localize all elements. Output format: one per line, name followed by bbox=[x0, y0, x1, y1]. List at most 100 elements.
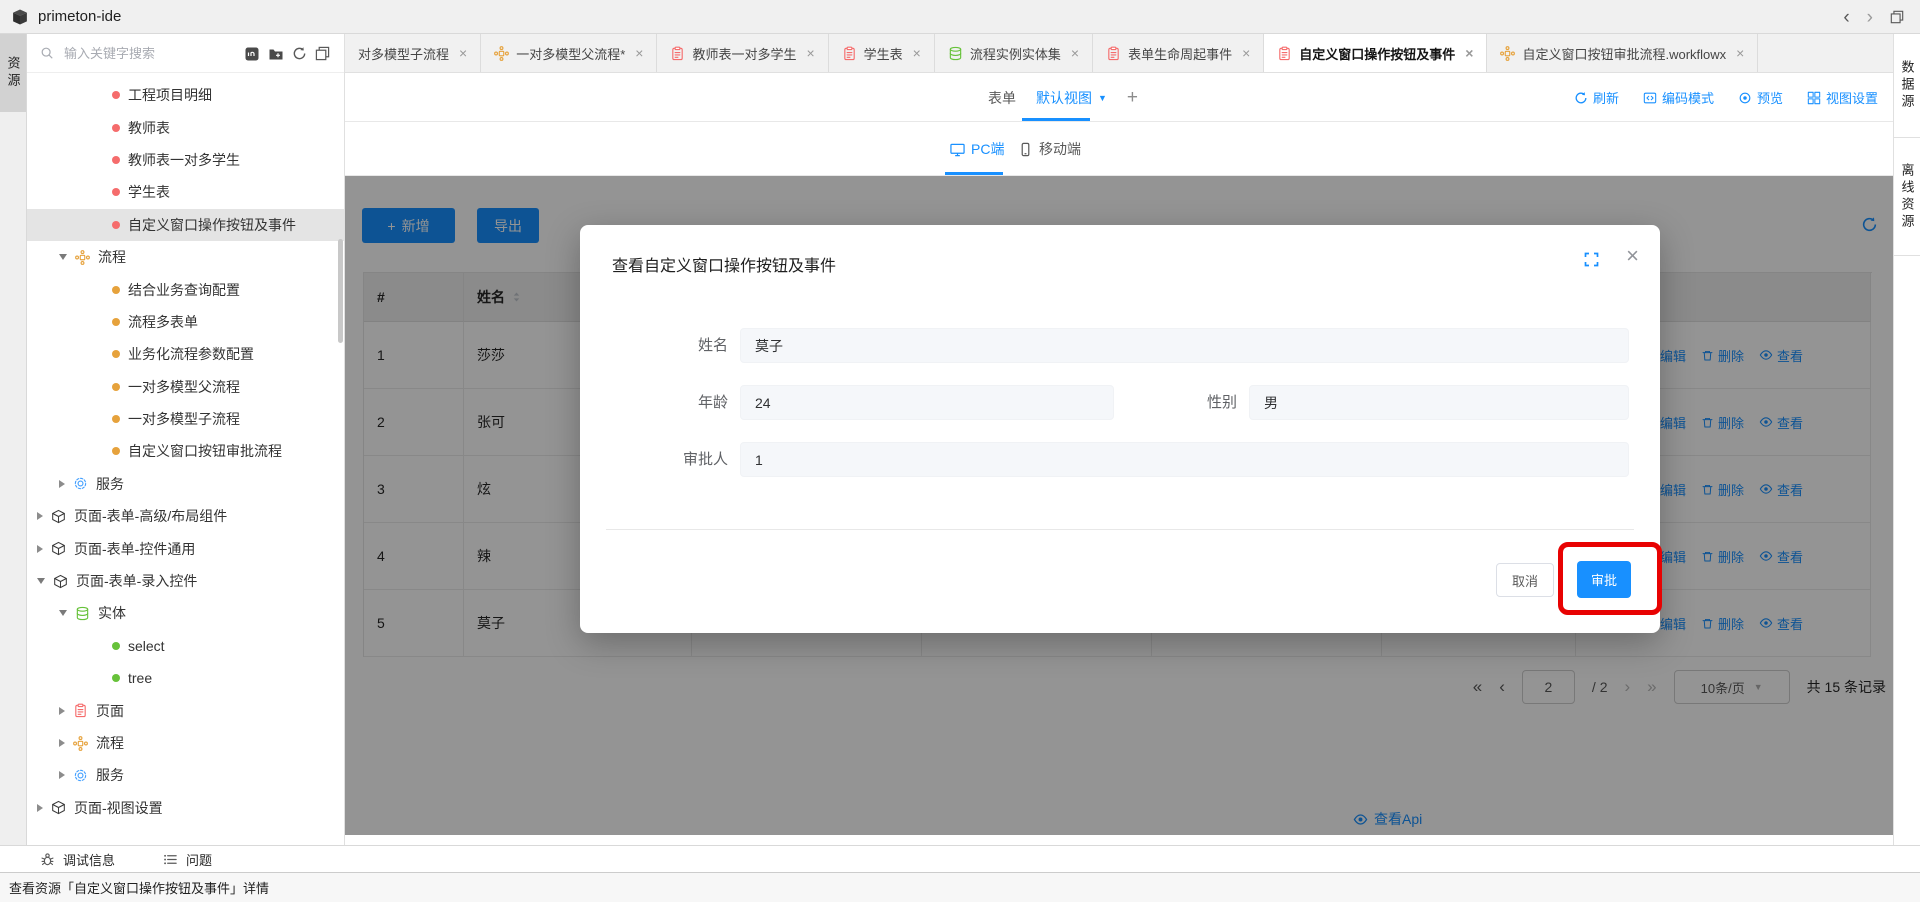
tree-item[interactable]: 学生表 bbox=[27, 176, 344, 208]
orange-dot-icon bbox=[112, 447, 120, 455]
field-input-age[interactable]: 24 bbox=[740, 385, 1114, 420]
tree-item[interactable]: 教师表一对多学生 bbox=[27, 144, 344, 176]
tree-item[interactable]: 自定义窗口按钮审批流程 bbox=[27, 435, 344, 467]
tree-item[interactable]: 工程项目明细 bbox=[27, 79, 344, 111]
field-input-gender[interactable]: 男 bbox=[1249, 385, 1629, 420]
gear-icon bbox=[73, 768, 88, 783]
rail-tab-resources[interactable]: 资源 bbox=[0, 34, 26, 112]
tree-item[interactable]: 服务 bbox=[27, 759, 344, 791]
tree-item[interactable]: 结合业务查询配置 bbox=[27, 273, 344, 305]
expand-icon[interactable] bbox=[1583, 251, 1600, 268]
editor-tab[interactable]: 自定义窗口按钮审批流程.workflowx× bbox=[1487, 34, 1758, 72]
form-tab[interactable]: 表单 bbox=[988, 88, 1016, 108]
tab-label: 对多模型子流程 bbox=[358, 44, 449, 63]
rail-tab-offline[interactable]: 离线资源 bbox=[1894, 138, 1920, 256]
flow-icon bbox=[73, 736, 88, 751]
window-restore-icon[interactable] bbox=[1890, 10, 1904, 24]
tree-item[interactable]: 流程多表单 bbox=[27, 306, 344, 338]
default-view-tab[interactable]: 默认视图 ▼ bbox=[1036, 88, 1107, 108]
editor-tab[interactable]: 自定义窗口操作按钮及事件× bbox=[1264, 34, 1487, 72]
chevron-right-icon[interactable] bbox=[37, 512, 43, 520]
close-icon[interactable]: × bbox=[1465, 45, 1473, 61]
chevron-down-icon: ▼ bbox=[1098, 93, 1107, 103]
tree-item[interactable]: 页面 bbox=[27, 694, 344, 726]
tree-item[interactable]: 页面-视图设置 bbox=[27, 792, 344, 824]
form-icon bbox=[842, 46, 857, 61]
green-dot-icon bbox=[112, 674, 120, 682]
close-icon[interactable]: × bbox=[1736, 45, 1744, 61]
sidebar-scrollbar[interactable] bbox=[338, 239, 343, 343]
close-icon[interactable]: × bbox=[459, 45, 467, 61]
close-icon[interactable]: × bbox=[913, 45, 921, 61]
chevron-right-icon[interactable] bbox=[59, 739, 65, 747]
chevron-down-icon[interactable] bbox=[59, 254, 67, 260]
editor-tab[interactable]: 表单生命周起事件 × bbox=[1093, 34, 1264, 72]
chevron-right-icon[interactable] bbox=[37, 804, 43, 812]
tree-item-label: 自定义窗口操作按钮及事件 bbox=[128, 215, 296, 235]
tree-item[interactable]: 页面-表单-录入控件 bbox=[27, 565, 344, 597]
tree-item[interactable]: 教师表 bbox=[27, 111, 344, 143]
cancel-button[interactable]: 取消 bbox=[1496, 563, 1554, 597]
bottom-panel-bar: 调试信息 问题 bbox=[0, 845, 1920, 872]
collapse-panel-icon[interactable] bbox=[315, 46, 330, 61]
layout-icon bbox=[1807, 91, 1821, 105]
tree-item[interactable]: 流程 bbox=[27, 727, 344, 759]
search-input[interactable] bbox=[62, 45, 212, 62]
tree-item-label: 流程 bbox=[98, 247, 126, 267]
view-actions: 刷新 编码模式 预览 视图设置 bbox=[1574, 73, 1878, 122]
close-icon[interactable]: × bbox=[1242, 45, 1250, 61]
red-dot-icon bbox=[112, 91, 120, 99]
chevron-down-icon[interactable] bbox=[37, 578, 45, 584]
chevron-right-icon[interactable] bbox=[59, 480, 65, 488]
action-layout-button[interactable]: 视图设置 bbox=[1807, 88, 1878, 107]
close-icon[interactable]: × bbox=[1071, 45, 1079, 61]
tab-label: 表单生命周起事件 bbox=[1128, 44, 1232, 63]
action-refresh-button[interactable]: 刷新 bbox=[1574, 88, 1619, 107]
close-icon[interactable]: × bbox=[806, 45, 814, 61]
action-preview-button[interactable]: 预览 bbox=[1738, 88, 1783, 107]
tree-item[interactable]: 页面-表单-控件通用 bbox=[27, 532, 344, 564]
editor-tab[interactable]: 对多模型子流程 × bbox=[345, 34, 481, 72]
tree-item[interactable]: 页面-表单-高级/布局组件 bbox=[27, 500, 344, 532]
editor-tab[interactable]: 教师表一对多学生× bbox=[657, 34, 828, 72]
close-icon[interactable]: × bbox=[1626, 245, 1639, 267]
refresh-icon[interactable] bbox=[292, 46, 307, 61]
field-input-approver[interactable]: 1 bbox=[740, 442, 1629, 477]
editor-tab[interactable]: 一对多模型父流程*× bbox=[481, 34, 657, 72]
chevron-right-icon[interactable] bbox=[37, 545, 43, 553]
field-label-name: 姓名 bbox=[608, 336, 728, 356]
action-code-button[interactable]: 编码模式 bbox=[1643, 88, 1714, 107]
editor-tab[interactable]: 学生表× bbox=[829, 34, 935, 72]
bottom-tab-issues[interactable]: 问题 bbox=[163, 850, 212, 869]
close-icon[interactable]: × bbox=[635, 45, 643, 61]
tree-item[interactable]: 自定义窗口操作按钮及事件 bbox=[27, 209, 344, 241]
device-bar: PC端 移动端 bbox=[345, 122, 1893, 176]
tree-item[interactable]: 一对多模型父流程 bbox=[27, 371, 344, 403]
tree-item[interactable]: select bbox=[27, 630, 344, 662]
add-view-button[interactable]: + bbox=[1127, 87, 1138, 109]
tree-item[interactable]: 业务化流程参数配置 bbox=[27, 338, 344, 370]
red-dot-icon bbox=[112, 124, 120, 132]
rail-tab-datasource[interactable]: 数据源 bbox=[1894, 34, 1920, 138]
pc-view-tab[interactable]: PC端 bbox=[950, 122, 1004, 176]
nav-back-icon[interactable]: ‹ bbox=[1843, 8, 1849, 27]
tree-item[interactable]: 流程 bbox=[27, 241, 344, 273]
chevron-right-icon[interactable] bbox=[59, 707, 65, 715]
modal-footer-divider bbox=[606, 529, 1634, 530]
nav-forward-icon[interactable]: › bbox=[1867, 8, 1873, 27]
tree-item[interactable]: tree bbox=[27, 662, 344, 694]
editor-tab-bar: 对多模型子流程×一对多模型父流程*×教师表一对多学生×学生表×流程实例实体集×表… bbox=[345, 34, 1893, 73]
badge-icon[interactable] bbox=[244, 46, 260, 62]
field-input-name[interactable]: 莫子 bbox=[740, 328, 1629, 363]
tree-item[interactable]: 服务 bbox=[27, 468, 344, 500]
package-icon bbox=[51, 509, 66, 524]
bottom-tab-label: 问题 bbox=[186, 850, 212, 869]
chevron-down-icon[interactable] bbox=[59, 610, 67, 616]
mobile-view-tab[interactable]: 移动端 bbox=[1018, 122, 1081, 176]
chevron-right-icon[interactable] bbox=[59, 771, 65, 779]
bottom-tab-debug[interactable]: 调试信息 bbox=[40, 850, 115, 869]
add-folder-icon[interactable] bbox=[268, 46, 284, 62]
tree-item[interactable]: 一对多模型子流程 bbox=[27, 403, 344, 435]
editor-tab[interactable]: 流程实例实体集× bbox=[935, 34, 1093, 72]
tree-item[interactable]: 实体 bbox=[27, 597, 344, 629]
